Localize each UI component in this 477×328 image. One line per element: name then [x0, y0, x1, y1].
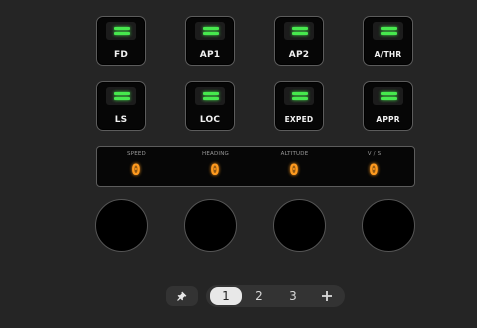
led-indicator [373, 87, 403, 105]
pin-icon [177, 291, 187, 301]
fd-button[interactable]: FD [96, 16, 146, 66]
vs-caption: V / S [367, 151, 382, 157]
appr-button[interactable]: APPR [363, 81, 413, 131]
heading-knob[interactable] [184, 199, 237, 252]
add-page-button[interactable] [315, 287, 339, 305]
led-indicator [284, 22, 314, 40]
led-bar [292, 27, 308, 30]
athr-button[interactable]: A/THR [363, 16, 413, 66]
led-bar [114, 97, 130, 100]
page-tab-2[interactable]: 2 [243, 287, 275, 305]
led-indicator [373, 22, 403, 40]
led-bar [381, 27, 397, 30]
ls-button-label: LS [114, 115, 128, 125]
altitude-value: 0 [289, 160, 300, 179]
led-indicator [106, 22, 136, 40]
fcu-display: SPEED 0 HEADING 0 ALTITUDE 0 V / S 0 [96, 146, 415, 187]
heading-value: 0 [210, 160, 221, 179]
fd-button-label: FD [113, 50, 129, 60]
led-bar [114, 92, 130, 95]
led-indicator [106, 87, 136, 105]
athr-button-label: A/THR [374, 50, 402, 59]
led-bar [381, 97, 397, 100]
ap2-button-label: AP2 [288, 50, 310, 60]
exped-button[interactable]: EXPED [274, 81, 324, 131]
fcu-panel: FD AP1 AP2 A/THR LS LOC EXPED APPR SPEED… [0, 0, 477, 328]
ls-button[interactable]: LS [96, 81, 146, 131]
led-indicator [284, 87, 314, 105]
ap1-button-label: AP1 [199, 50, 221, 60]
altitude-readout: ALTITUDE 0 [255, 147, 334, 186]
pin-button[interactable] [166, 286, 198, 306]
led-indicator [195, 87, 225, 105]
speed-knob[interactable] [95, 199, 148, 252]
speed-value: 0 [131, 160, 142, 179]
led-bar [203, 32, 219, 35]
led-bar [114, 27, 130, 30]
led-bar [292, 97, 308, 100]
heading-caption: HEADING [201, 151, 229, 157]
page-selector: 1 2 3 [206, 285, 345, 307]
led-bar [114, 32, 130, 35]
appr-button-label: APPR [376, 115, 400, 124]
page-tab-3[interactable]: 3 [277, 287, 309, 305]
vs-readout: V / S 0 [335, 147, 414, 186]
speed-caption: SPEED [127, 151, 146, 157]
led-indicator [195, 22, 225, 40]
page-tab-1[interactable]: 1 [210, 287, 242, 305]
led-bar [203, 92, 219, 95]
vs-value: 0 [369, 160, 380, 179]
vs-knob[interactable] [362, 199, 415, 252]
led-bar [292, 92, 308, 95]
exped-button-label: EXPED [284, 115, 314, 124]
led-bar [381, 32, 397, 35]
plus-icon [322, 291, 332, 301]
loc-button[interactable]: LOC [185, 81, 235, 131]
altitude-knob[interactable] [273, 199, 326, 252]
led-bar [203, 27, 219, 30]
led-bar [292, 32, 308, 35]
speed-readout: SPEED 0 [97, 147, 176, 186]
heading-readout: HEADING 0 [176, 147, 255, 186]
ap2-button[interactable]: AP2 [274, 16, 324, 66]
led-bar [381, 92, 397, 95]
altitude-caption: ALTITUDE [280, 151, 309, 157]
ap1-button[interactable]: AP1 [185, 16, 235, 66]
led-bar [203, 97, 219, 100]
loc-button-label: LOC [199, 115, 221, 125]
